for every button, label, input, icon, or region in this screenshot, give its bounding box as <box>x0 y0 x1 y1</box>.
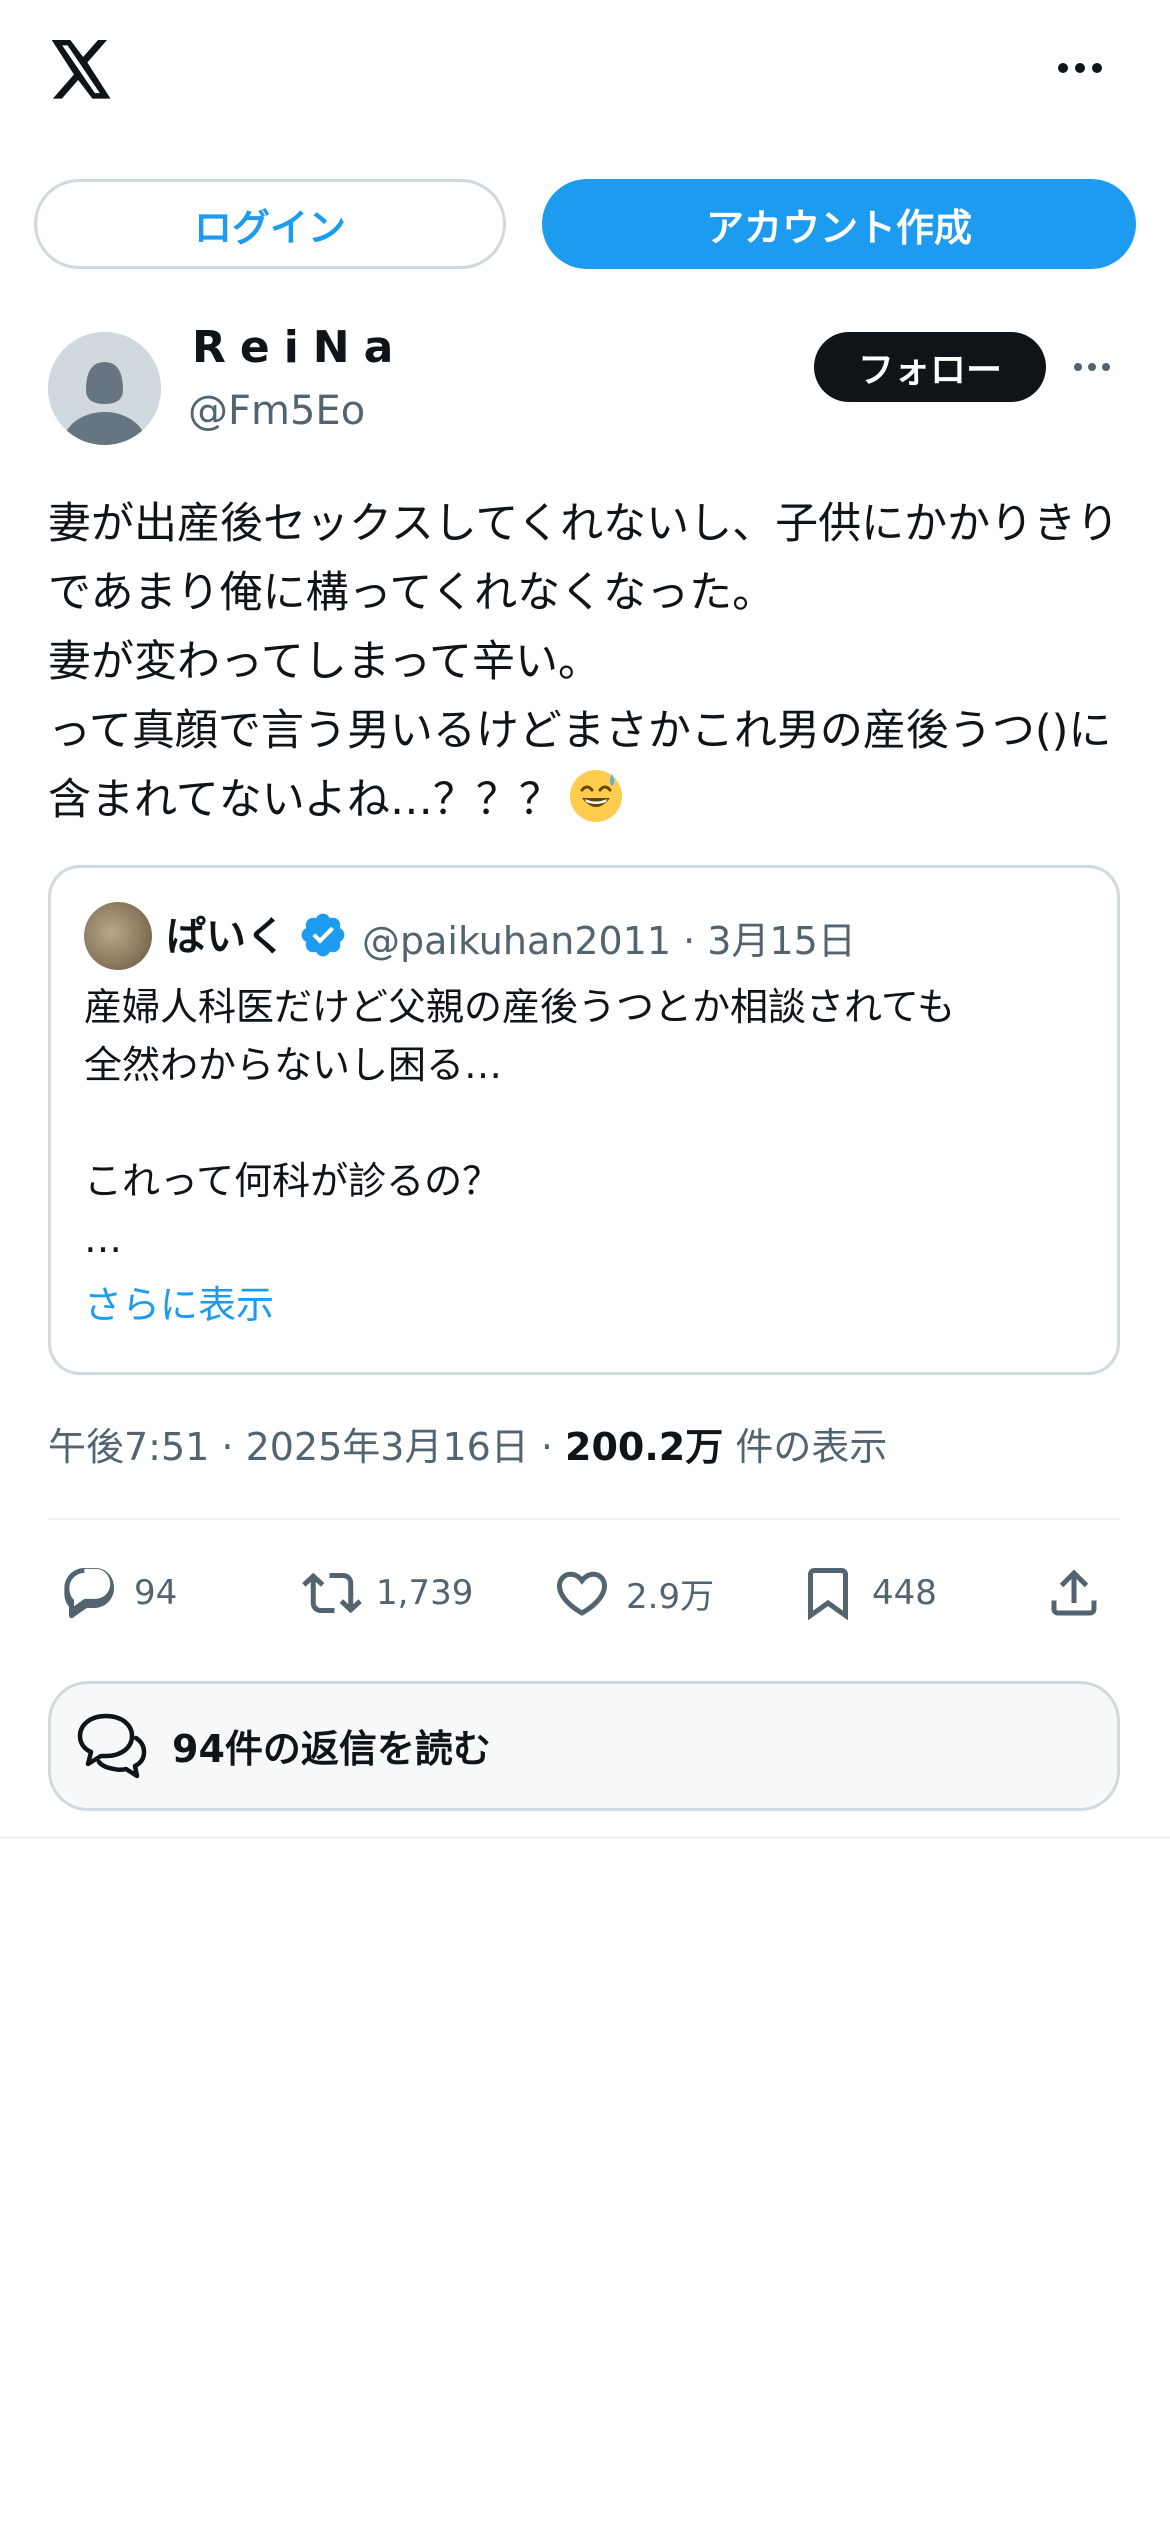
reply-button[interactable]: 94 <box>60 1558 177 1628</box>
default-avatar-icon[interactable] <box>48 332 161 445</box>
bookmark-icon <box>808 1568 848 1621</box>
quoted-post-text: 産婦人科医だけど父親の産後うつとか相談されても 全然わからないし困る… これって… <box>84 985 955 1261</box>
like-count: 2.9万 <box>626 1576 715 1617</box>
bookmark-button[interactable]: 448 <box>798 1558 937 1628</box>
share-button[interactable] <box>1044 1558 1104 1628</box>
post-meta: 午後7:51 · 2025年3月16日 · 200.2万 件の表示 <box>48 1416 887 1471</box>
view-count-label: 件の表示 <box>723 1425 888 1469</box>
author-handle[interactable]: @Fm5Eo <box>188 388 365 434</box>
x-logo-icon[interactable] <box>48 40 114 100</box>
more-horizontal-icon[interactable] <box>1058 58 1108 78</box>
heart-icon <box>556 1571 608 1616</box>
retweet-count: 1,739 <box>376 1573 474 1613</box>
retweet-icon <box>302 1572 362 1614</box>
post-text: 妻が出産後セックスしてくれないし、子供にかかりきりであまり俺に構ってくれなくなっ… <box>48 490 1128 835</box>
author-display-name[interactable]: ReiNa <box>192 322 407 373</box>
read-replies-label: 94件の返信を読む <box>172 1727 491 1771</box>
follow-button[interactable]: フォロー <box>814 332 1046 402</box>
bookmark-count: 448 <box>872 1573 937 1613</box>
quoted-author-name: ぱいく <box>166 914 286 960</box>
reply-icon <box>64 1568 115 1619</box>
show-more-link[interactable]: さらに表示 <box>84 1274 274 1329</box>
conversation-icon <box>74 1706 150 1782</box>
login-button[interactable]: ログイン <box>34 179 506 269</box>
post-timestamp[interactable]: 午後7:51 · 2025年3月16日 · <box>48 1425 565 1469</box>
quoted-handle-date: @paikuhan2011 · 3月15日 <box>362 919 856 963</box>
retweet-button[interactable]: 1,739 <box>302 1558 473 1628</box>
post-more-icon[interactable] <box>1074 361 1118 373</box>
share-icon <box>1051 1569 1097 1616</box>
quoted-author-avatar <box>84 902 152 970</box>
like-button[interactable]: 2.9万 <box>552 1558 714 1628</box>
divider <box>0 1836 1170 1839</box>
divider <box>48 1518 1120 1520</box>
verified-badge-icon <box>298 910 348 960</box>
reply-count: 94 <box>134 1573 178 1613</box>
grinning-sweat-emoji <box>568 768 624 824</box>
create-account-button[interactable]: アカウント作成 <box>542 179 1136 269</box>
view-count: 200.2万 <box>565 1425 724 1469</box>
